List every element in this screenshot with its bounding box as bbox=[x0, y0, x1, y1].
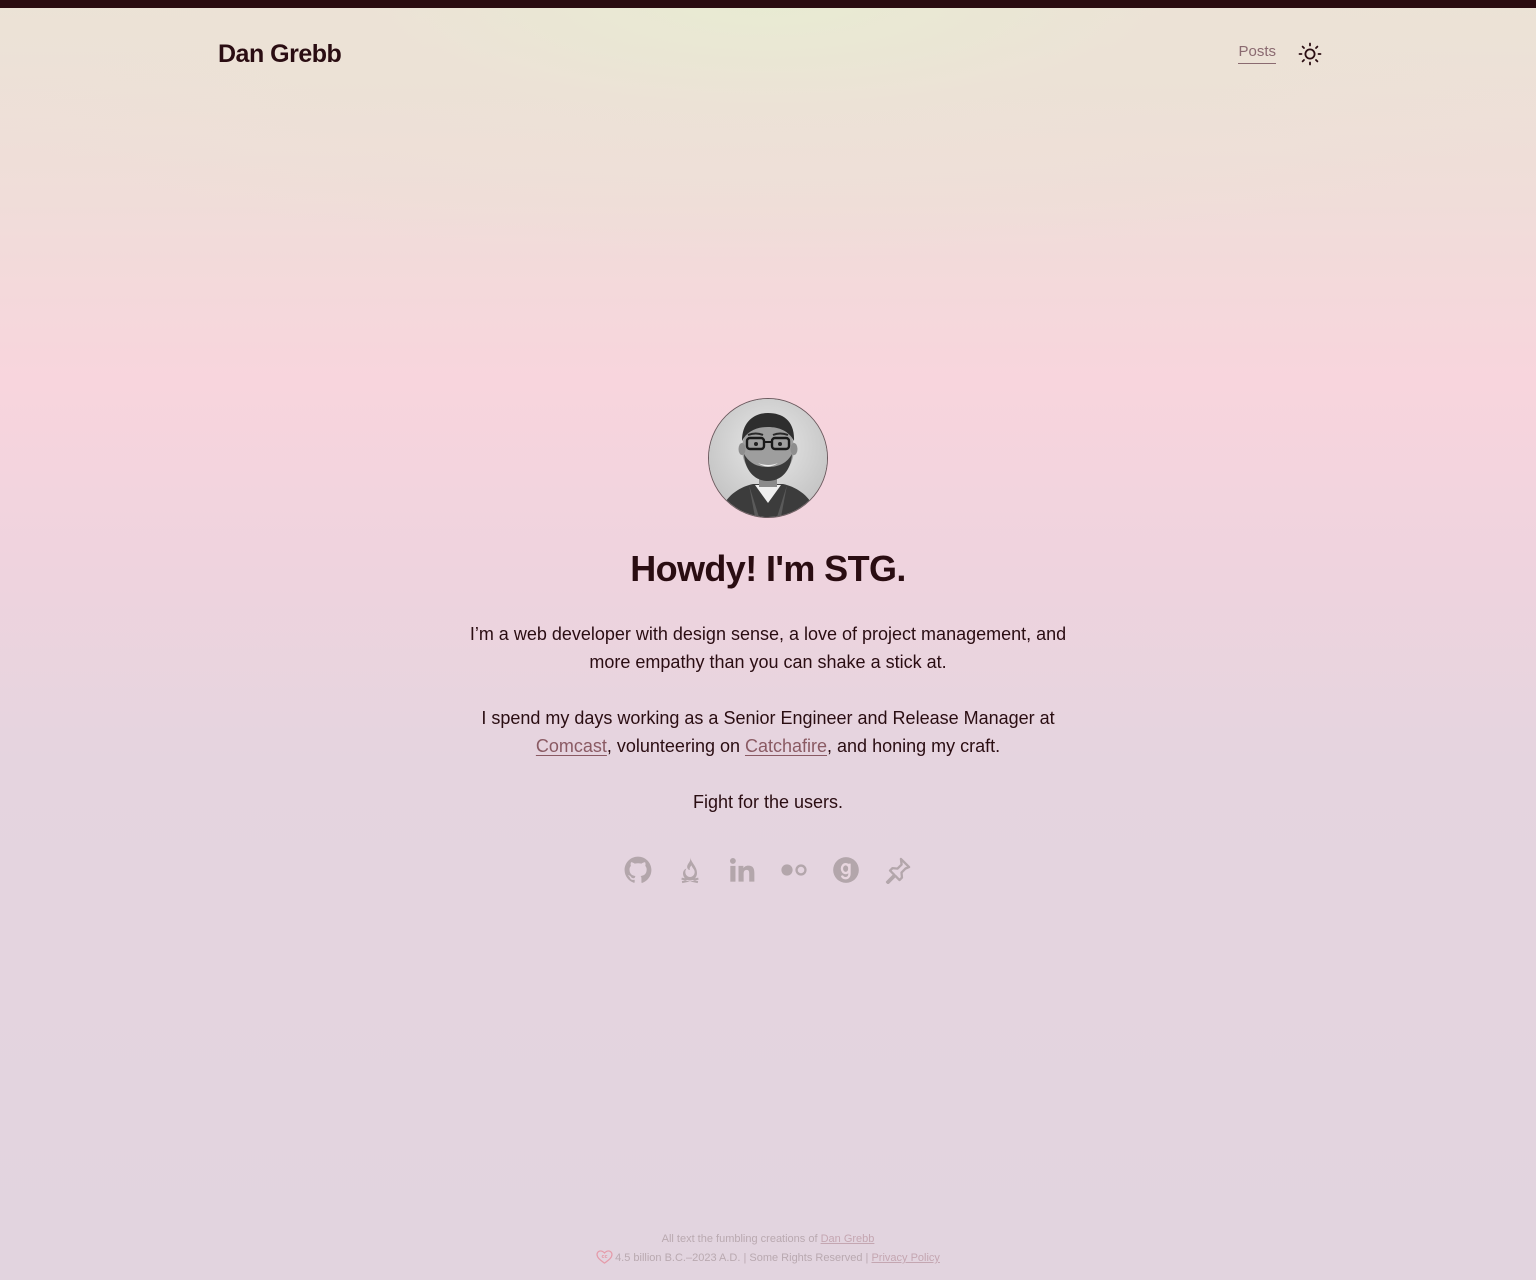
bio-text-before: I spend my days working as a Senior Engi… bbox=[481, 708, 1055, 728]
svg-text:cc: cc bbox=[602, 1254, 608, 1260]
campfire-link[interactable] bbox=[676, 856, 704, 884]
nav-link-posts[interactable]: Posts bbox=[1238, 43, 1276, 64]
flickr-icon bbox=[781, 864, 807, 876]
goodreads-link[interactable] bbox=[832, 856, 860, 884]
campfire-icon bbox=[681, 857, 699, 884]
site-header: Dan Grebb Posts bbox=[218, 38, 1322, 72]
privacy-policy-link[interactable]: Privacy Policy bbox=[871, 1252, 939, 1264]
social-links bbox=[0, 856, 1536, 884]
footer-copyright-line: cc 4.5 billion B.C.–2023 A.D. | Some Rig… bbox=[0, 1249, 1536, 1268]
bio: I’m a web developer with design sense, a… bbox=[468, 620, 1068, 816]
top-accent-bar bbox=[0, 0, 1536, 8]
hero-section: Howdy! I'm STG. I’m a web developer with… bbox=[0, 398, 1536, 884]
theme-toggle-button[interactable] bbox=[1298, 42, 1322, 66]
comcast-link[interactable]: Comcast bbox=[536, 736, 607, 756]
avatar bbox=[708, 398, 828, 518]
flickr-link[interactable] bbox=[780, 856, 808, 884]
github-icon bbox=[624, 856, 652, 883]
footer-credit-line: All text the fumbling creations of Dan G… bbox=[0, 1230, 1536, 1249]
goodreads-icon bbox=[833, 857, 859, 883]
bio-paragraph-motto: Fight for the users. bbox=[692, 792, 844, 812]
bio-paragraph-work: I spend my days working as a Senior Engi… bbox=[468, 704, 1068, 760]
site-footer: All text the fumbling creations of Dan G… bbox=[0, 1230, 1536, 1268]
footer-credit-text: All text the fumbling creations of bbox=[661, 1233, 821, 1245]
pin-icon bbox=[885, 857, 911, 884]
page-headline: Howdy! I'm STG. bbox=[630, 548, 906, 589]
pin-link[interactable] bbox=[884, 856, 912, 884]
linkedin-icon bbox=[729, 857, 755, 882]
bio-text-between: , volunteering on bbox=[606, 736, 745, 756]
sun-icon bbox=[1298, 42, 1322, 66]
github-link[interactable] bbox=[624, 856, 652, 884]
creative-commons-heart-icon: cc bbox=[596, 1250, 613, 1264]
bio-paragraph-intro: I’m a web developer with design sense, a… bbox=[469, 624, 1067, 672]
footer-copyright-text: 4.5 billion B.C.–2023 A.D. | Some Rights… bbox=[615, 1252, 872, 1264]
linkedin-link[interactable] bbox=[728, 856, 756, 884]
footer-author-link[interactable]: Dan Grebb bbox=[821, 1233, 875, 1245]
site-title-link[interactable]: Dan Grebb bbox=[218, 38, 342, 70]
catchafire-link[interactable]: Catchafire bbox=[745, 736, 827, 756]
bio-text-after: , and honing my craft. bbox=[827, 736, 1001, 756]
portrait-image bbox=[709, 399, 827, 517]
